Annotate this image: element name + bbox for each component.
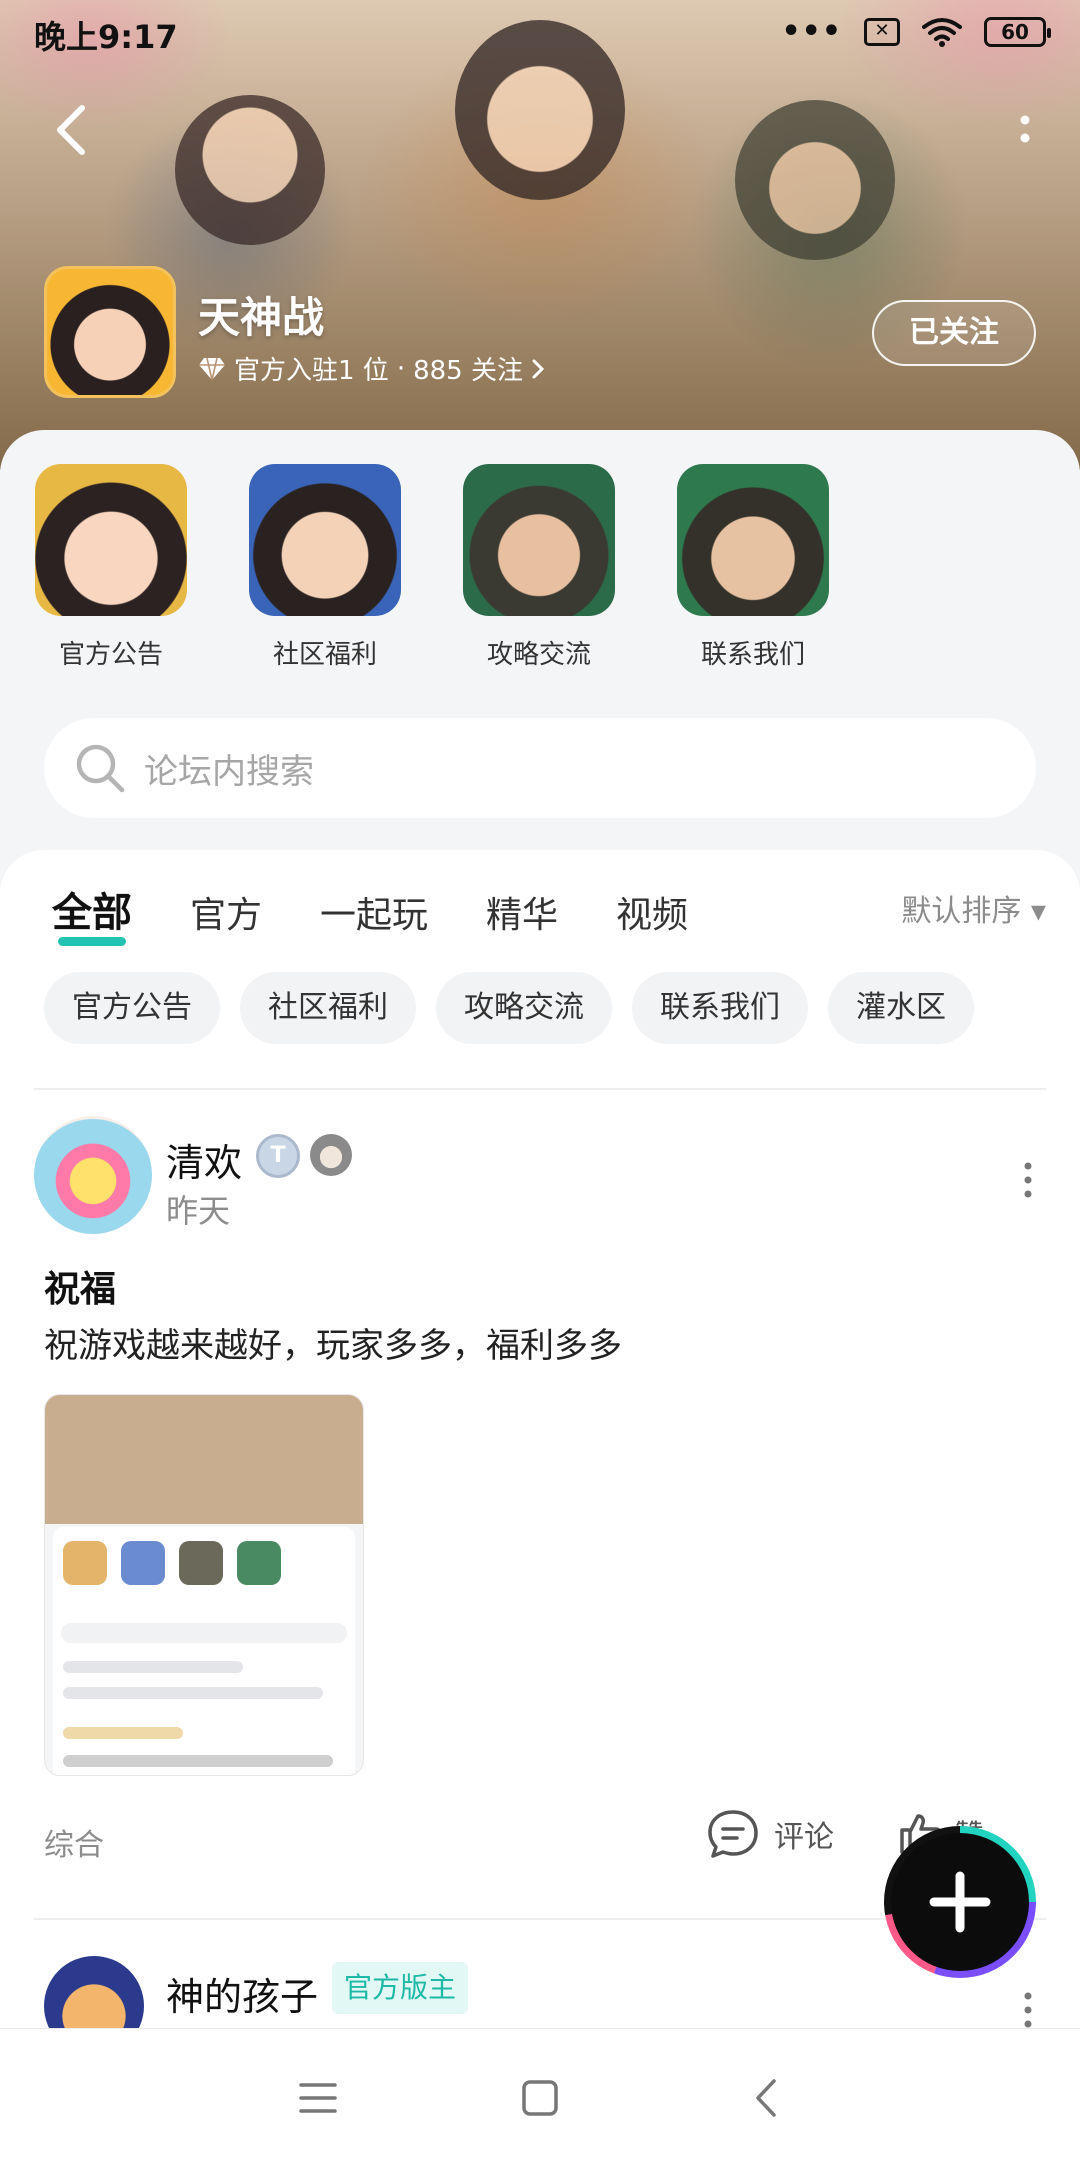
thumbnail-chips [63,1687,323,1699]
shortcut-label: 官方公告 [58,640,163,670]
square-icon [522,2080,558,2116]
level-badge: T [256,1134,300,1178]
thumbnail-shortcuts [63,1541,281,1585]
shortcut-image [463,464,615,616]
battery-icon: 60 [984,16,1051,47]
chip-contact[interactable]: 联系我们 [632,972,808,1044]
comment-button[interactable]: 评论 [706,1808,834,1860]
comment-label: 评论 [774,1820,834,1855]
nav-menu-button[interactable] [293,2073,343,2123]
post-time: 昨天 [166,1192,231,1230]
back-button[interactable] [48,100,98,160]
meta-separator: · [396,353,406,384]
post-author-name[interactable]: 清欢 [166,1132,242,1187]
shortcut-label: 联系我们 [700,640,805,670]
category-chips: 官方公告 社区福利 攻略交流 联系我们 灌水区 [44,972,974,1044]
status-icons: ••• ✕ 60 [781,14,1051,49]
post-category: 综合 [44,1828,104,1863]
diamond-icon [199,357,225,380]
thumbnail-text [63,1755,333,1767]
shortcut-image [677,464,829,616]
avatar[interactable] [34,1116,152,1234]
game-avatar[interactable] [44,266,176,398]
shortcut-panel: 官方公告 社区福利 攻略交流 联系我们 论坛内搜索 [0,430,1080,870]
more-vertical-icon [1024,1992,1032,2028]
shortcut-image [249,464,401,616]
game-header-banner [0,0,1080,470]
thumbnail-shortcut [237,1541,281,1585]
moderator-badge: 官方版主 [332,1962,469,2014]
shortcut-label: 社区福利 [272,640,377,670]
shortcut-image [35,464,187,616]
thumbnail-content [53,1527,355,1775]
sort-dropdown[interactable]: 默认排序 ▾ [901,886,1046,930]
chip-guides[interactable]: 攻略交流 [436,972,612,1044]
tab-all[interactable]: 全部 [52,880,132,946]
shortcut-guides[interactable]: 攻略交流 [454,464,624,671]
divider [34,1088,1046,1090]
post-more-button[interactable] [1016,1160,1040,1200]
sim-off-icon: ✕ [864,17,900,46]
chevron-left-icon [57,105,85,155]
tab-official[interactable]: 官方 [190,886,262,938]
chip-announcements[interactable]: 官方公告 [44,972,220,1044]
wifi-icon [922,17,962,47]
game-meta[interactable]: 官方入驻1 位 · 885 关注 [198,350,545,387]
thumbnail-search [61,1623,347,1643]
banner-character-left [175,95,325,245]
shortcut-label: 攻略交流 [486,640,591,670]
post-title[interactable]: 祝福 [44,1260,116,1312]
post-body[interactable]: 祝游戏越来越好，玩家多多，福利多多 [44,1318,622,1367]
shortcut-welfare[interactable]: 社区福利 [240,464,410,671]
feed-tabs: 全部 官方 一起玩 精华 视频 [52,880,688,946]
search-placeholder: 论坛内搜索 [144,751,314,792]
menu-icon [299,2083,337,2113]
plus-icon [929,1871,991,1933]
official-count: 官方入驻1 位 [234,356,389,386]
back-icon [756,2079,776,2117]
nav-back-button[interactable] [742,2073,792,2123]
status-bar: 晚上9:17 ••• ✕ 60 [0,0,1080,66]
avatar[interactable] [44,1956,144,2030]
post-image-thumbnail[interactable] [44,1394,364,1776]
follow-button[interactable]: 已关注 [872,300,1036,366]
comment-icon [708,1810,758,1858]
shortcut-contact[interactable]: 联系我们 [668,464,838,671]
thumbnail-shortcut [179,1541,223,1585]
tab-video[interactable]: 视频 [616,886,688,938]
system-nav-bar [0,2028,1080,2160]
status-time: 晚上9:17 [34,18,178,56]
medal-badge [310,1134,352,1176]
post-more-button[interactable] [1016,1990,1040,2030]
tab-play-together[interactable]: 一起玩 [320,886,428,938]
chip-chat[interactable]: 灌水区 [828,972,974,1044]
follower-count: 885 关注 [413,356,523,386]
thumbnail-shortcut [121,1541,165,1585]
nav-home-button[interactable] [515,2073,565,2123]
game-title: 天神战 [198,293,325,342]
create-post-button[interactable] [884,1826,1036,1978]
tab-featured[interactable]: 精华 [486,886,558,938]
search-icon [76,744,125,793]
thumbnail-shortcut [63,1541,107,1585]
more-vertical-icon [1024,1162,1032,1198]
chevron-right-icon [532,359,545,378]
fab-inner [891,1833,1029,1971]
chip-welfare[interactable]: 社区福利 [240,972,416,1044]
post-author-name[interactable]: 神的孩子 [166,1966,318,2021]
shortcut-announcements[interactable]: 官方公告 [26,464,196,671]
search-input[interactable]: 论坛内搜索 [44,718,1036,818]
more-options-button[interactable] [1010,110,1040,150]
more-dots-icon: ••• [781,14,842,49]
more-vertical-icon [1020,115,1030,143]
banner-character-right [735,100,895,260]
thumbnail-tabs [63,1661,243,1673]
thumbnail-author [63,1727,183,1739]
